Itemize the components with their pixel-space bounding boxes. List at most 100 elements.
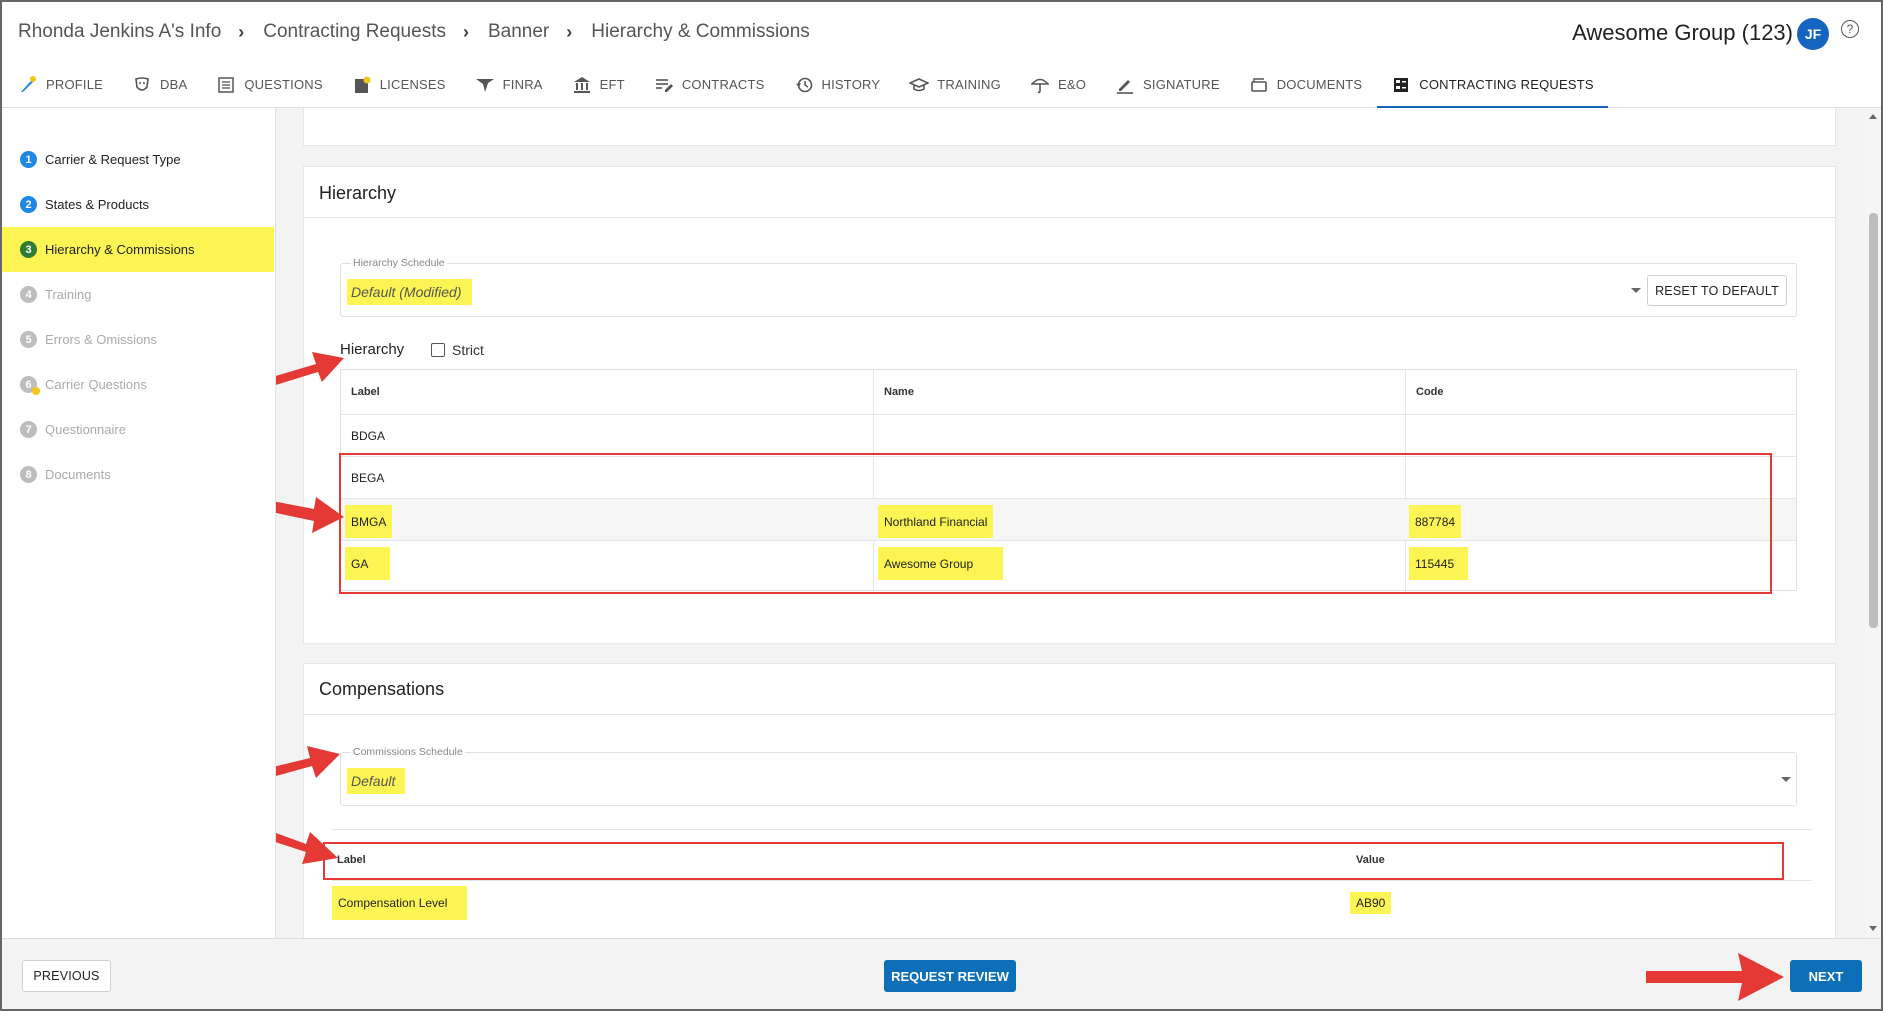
row-divider [332, 880, 1812, 881]
tab-label: DBA [160, 77, 188, 92]
table-cell-code[interactable]: 887784 [1409, 505, 1462, 538]
table-cell-label[interactable]: Compensation Level [332, 886, 468, 920]
table-cell-name[interactable]: Northland Financial [878, 505, 994, 538]
tab-training[interactable]: TRAINING [909, 62, 1013, 107]
help-icon[interactable]: ? [1841, 20, 1859, 38]
tab-label: HISTORY [821, 77, 881, 92]
strict-label: Strict [452, 342, 484, 358]
tab-label: PROFILE [46, 77, 104, 92]
scroll-up-icon[interactable] [1869, 114, 1877, 119]
account-name[interactable]: Awesome Group (123) [1572, 20, 1793, 46]
commissions-schedule-label: Commissions Schedule [351, 746, 465, 758]
breadcrumb-agent[interactable]: Rhonda Jenkins A's Info [18, 21, 221, 43]
annotation-arrow-icon [276, 746, 340, 778]
step-label: Carrier Questions [45, 377, 147, 392]
row-divider [341, 456, 1796, 457]
tab-label: FINRA [502, 77, 543, 92]
step-questionnaire[interactable]: 7 Questionnaire [2, 407, 274, 452]
annotation-arrow-icon [276, 832, 338, 864]
tab-contracts[interactable]: CONTRACTS [654, 62, 777, 107]
tab-label: CONTRACTING REQUESTS [1419, 77, 1594, 92]
annotation-arrow-icon [276, 497, 344, 533]
vertical-scrollbar[interactable] [1865, 108, 1881, 938]
profile-icon [18, 75, 38, 95]
history-icon [794, 75, 814, 95]
breadcrumb-current: Hierarchy & Commissions [591, 21, 810, 42]
scrollbar-thumb[interactable] [1869, 213, 1878, 628]
column-divider [1405, 370, 1406, 592]
step-hierarchy-commissions[interactable]: 3 Hierarchy & Commissions [2, 227, 274, 272]
breadcrumb-banner[interactable]: Banner [488, 21, 549, 43]
tab-dba[interactable]: DBA [132, 62, 199, 107]
tab-profile[interactable]: PROFILE [18, 62, 115, 107]
app-window: Rhonda Jenkins A's Info › Contracting Re… [0, 0, 1883, 1011]
column-header-name[interactable]: Name [884, 386, 914, 398]
step-carrier-questions[interactable]: 6 Carrier Questions [2, 362, 274, 407]
table-cell-value[interactable]: AB90 [1350, 892, 1392, 914]
tab-questions[interactable]: QUESTIONS [216, 62, 334, 107]
tab-contracting-requests[interactable]: CONTRACTING REQUESTS [1377, 62, 1609, 108]
mask-icon [132, 75, 152, 95]
step-number: 7 [20, 421, 37, 438]
tab-documents[interactable]: DOCUMENTS [1249, 62, 1375, 107]
step-number-text: 6 [25, 378, 32, 391]
compensations-table: Label Value Compensation Level AB90 [332, 829, 1812, 938]
table-cell-name[interactable]: Awesome Group [878, 547, 1004, 580]
chevron-down-icon[interactable] [1631, 288, 1641, 293]
compensations-card: Compensations Commissions Schedule Defau… [303, 663, 1836, 938]
breadcrumb-contracting-requests[interactable]: Contracting Requests [263, 21, 446, 43]
annotation-arrow-icon [1646, 953, 1784, 1001]
previous-button[interactable]: PREVIOUS [22, 960, 111, 992]
table-cell-label[interactable]: GA [345, 547, 391, 580]
step-training[interactable]: 4 Training [2, 272, 274, 317]
warning-dot-icon [32, 387, 40, 395]
hierarchy-card: Hierarchy Hierarchy Schedule Default (Mo… [303, 166, 1836, 644]
next-button[interactable]: NEXT [1790, 960, 1862, 992]
step-number: 8 [20, 466, 37, 483]
step-number: 3 [20, 241, 37, 258]
tab-finra[interactable]: FINRA [475, 62, 555, 107]
request-review-button[interactable]: REQUEST REVIEW [884, 960, 1016, 992]
row-divider [341, 414, 1796, 415]
chevron-right-icon: › [566, 21, 573, 42]
chevron-down-icon[interactable] [1781, 777, 1791, 782]
table-cell-code[interactable]: 115445 [1409, 547, 1469, 580]
step-number: 4 [20, 286, 37, 303]
tab-label: LICENSES [379, 77, 446, 92]
reset-to-default-button[interactable]: RESET TO DEFAULT [1647, 275, 1787, 306]
column-divider [873, 370, 874, 592]
column-header-code[interactable]: Code [1416, 386, 1444, 398]
hierarchy-schedule-label: Hierarchy Schedule [351, 257, 447, 269]
column-header-value[interactable]: Value [1356, 854, 1385, 866]
compensations-card-title: Compensations [319, 679, 445, 699]
tab-licenses[interactable]: LICENSES [352, 62, 458, 107]
step-documents[interactable]: 8 Documents [2, 452, 274, 497]
row-divider [341, 540, 1796, 541]
hierarchy-card-title: Hierarchy [319, 183, 397, 203]
tab-eo[interactable]: E&O [1030, 62, 1098, 107]
hierarchy-schedule-value: Default (Modified) [347, 279, 472, 305]
hierarchy-table: Label Name Code BDGA BEGA BMGA Northland… [340, 369, 1797, 592]
commissions-schedule-select[interactable]: Commissions Schedule Default [340, 746, 1797, 806]
step-states-products[interactable]: 2 States & Products [2, 182, 274, 227]
divider [304, 217, 1835, 218]
tab-label: DOCUMENTS [1276, 77, 1363, 92]
bank-icon [572, 75, 592, 95]
annotation-arrow-icon [276, 352, 344, 385]
tab-eft[interactable]: EFT [572, 62, 637, 107]
step-number: 6 [20, 376, 40, 395]
tab-signature[interactable]: SIGNATURE [1115, 62, 1232, 107]
step-label: Carrier & Request Type [45, 152, 181, 167]
step-label: Hierarchy & Commissions [45, 242, 195, 257]
divider [304, 714, 1835, 715]
scroll-down-icon[interactable] [1869, 926, 1877, 931]
hierarchy-schedule-select[interactable]: Hierarchy Schedule Default (Modified) RE… [340, 257, 1797, 317]
tab-history[interactable]: HISTORY [794, 62, 893, 107]
pen-icon [1115, 75, 1135, 95]
strict-checkbox[interactable] [431, 343, 445, 357]
table-cell-label[interactable]: BDGA [345, 422, 391, 450]
avatar[interactable]: JF [1797, 18, 1829, 50]
step-carrier-request-type[interactable]: 1 Carrier & Request Type [2, 137, 274, 182]
main-content: Hierarchy Hierarchy Schedule Default (Mo… [276, 108, 1867, 938]
step-errors-omissions[interactable]: 5 Errors & Omissions [2, 317, 274, 362]
